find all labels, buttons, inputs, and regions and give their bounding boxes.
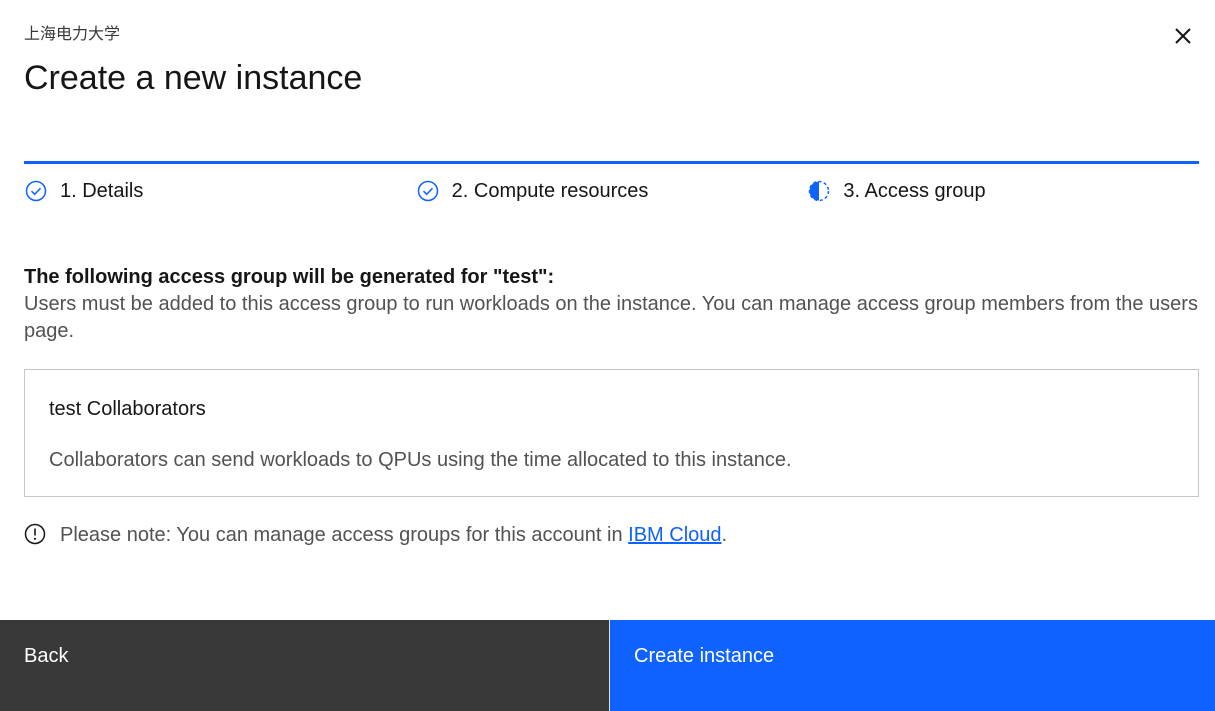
access-group-section: The following access group will be gener… (24, 263, 1199, 345)
step-access-group[interactable]: 3. Access group (807, 161, 1200, 205)
access-group-card-description: Collaborators can send workloads to QPUs… (49, 449, 792, 471)
create-instance-button[interactable]: Create instance (610, 620, 1215, 711)
step-details[interactable]: 1. Details (24, 161, 416, 205)
step-label: 3. Access group (843, 179, 986, 202)
note-text-after: . (721, 524, 728, 546)
back-button[interactable]: Back (0, 620, 610, 711)
checkmark-circle-icon (416, 179, 440, 203)
note-text: Please note: You can manage access group… (60, 520, 727, 550)
close-icon (1175, 28, 1191, 44)
checkmark-circle-icon (24, 179, 48, 203)
page-title: Create a new instance (24, 59, 363, 97)
access-group-description: Users must be added to this access group… (24, 293, 1198, 342)
modal-footer: Back Create instance (0, 620, 1215, 711)
step-label: 2. Compute resources (451, 179, 649, 202)
note-text-before: Please note: You can manage access group… (60, 524, 629, 546)
half-circle-icon (807, 179, 831, 203)
close-button[interactable] (1167, 20, 1199, 52)
warning-circle-icon (24, 523, 48, 547)
organization-label: 上海电力大学 (24, 26, 121, 43)
access-group-heading: The following access group will be gener… (24, 266, 555, 288)
access-group-name: test Collaborators (49, 398, 206, 420)
access-group-card: test Collaborators Collaborators can sen… (24, 369, 1199, 497)
note-message: Please note: You can manage access group… (24, 520, 727, 550)
ibm-cloud-link[interactable]: IBM Cloud (628, 524, 721, 546)
create-instance-modal: 上海电力大学 Create a new instance 1. Details (0, 0, 1215, 711)
progress-indicator: 1. Details 2. Compute resources 3. Acces… (24, 161, 1200, 205)
step-label: 1. Details (60, 179, 144, 202)
step-compute-resources[interactable]: 2. Compute resources (415, 161, 808, 205)
